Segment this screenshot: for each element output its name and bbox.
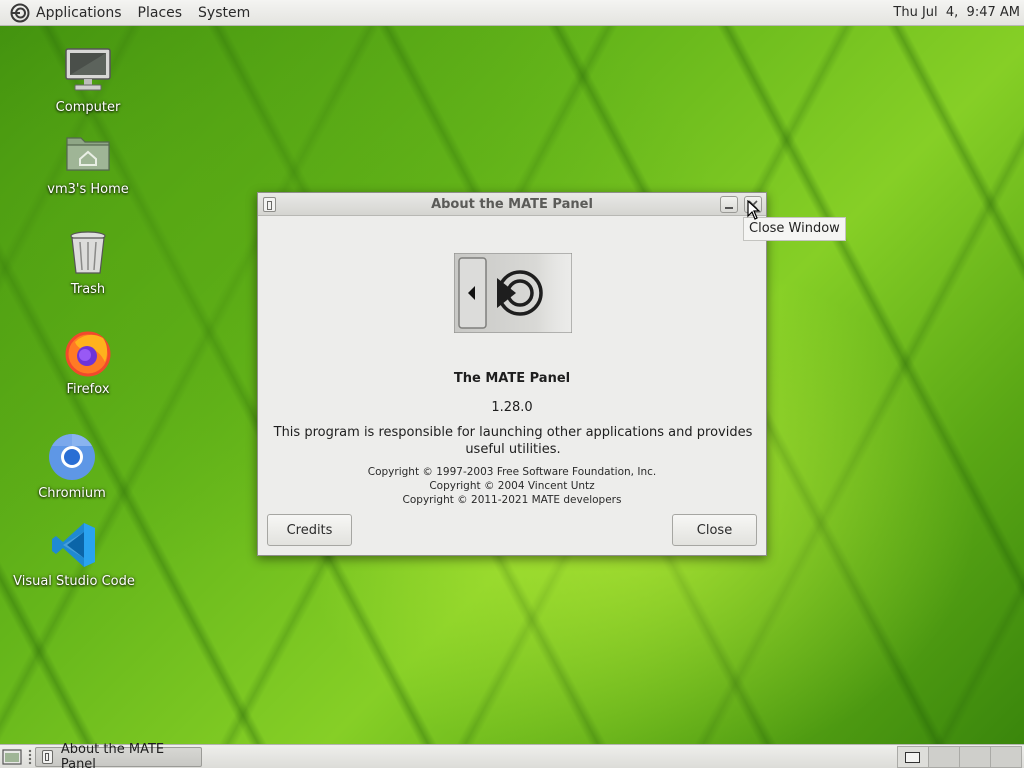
window-menu-button[interactable] (263, 197, 276, 212)
desktop-icon-label: Firefox (66, 382, 110, 397)
desktop-icon-firefox[interactable]: Firefox (18, 328, 158, 397)
firefox-icon (65, 331, 111, 377)
close-window-tooltip: Close Window (743, 217, 846, 241)
desktop-icon-chromium[interactable]: Chromium (2, 432, 142, 501)
mate-logo-icon[interactable] (10, 3, 30, 23)
dialog-title: About the MATE Panel (431, 197, 593, 212)
about-dialog: About the MATE Panel The MATE Panel 1.28… (257, 192, 767, 556)
desktop-icon-label: Computer (55, 100, 121, 115)
workspace-switcher (897, 746, 1022, 768)
workspace-window-thumbnail (905, 752, 920, 763)
system-menu[interactable]: System (190, 0, 258, 26)
top-panel: Applications Places System Thu Jul 4, 9:… (0, 0, 1024, 26)
places-menu[interactable]: Places (130, 0, 191, 26)
copyright-line: Copyright © 2011-2021 MATE developers (402, 494, 622, 506)
desktop-icon-label: Visual Studio Code (13, 574, 135, 589)
mate-panel-app-icon (454, 253, 572, 333)
desktop-icon-label: Chromium (38, 486, 106, 501)
trash-icon (70, 231, 106, 274)
vscode-icon (52, 523, 95, 567)
app-name: The MATE Panel (453, 371, 571, 386)
applications-menu[interactable]: Applications (36, 0, 130, 26)
show-desktop-icon[interactable] (2, 748, 22, 766)
desktop-icon-label: Trash (70, 282, 106, 297)
dialog-titlebar[interactable]: About the MATE Panel (258, 193, 766, 216)
computer-icon (65, 48, 111, 91)
desktop-icon-vscode[interactable]: Visual Studio Code (4, 520, 144, 589)
taskbar-button-about-mate-panel[interactable]: About the MATE Panel (35, 742, 202, 768)
desktop-icon-label: vm3's Home (47, 182, 129, 197)
workspace-2[interactable] (928, 746, 960, 768)
chromium-icon (49, 434, 95, 480)
taskbar-button-label: About the MATE Panel (60, 742, 165, 768)
home-folder-icon (66, 137, 110, 171)
copyright-line: Copyright © 1997-2003 Free Software Foun… (367, 466, 657, 478)
minimize-button[interactable] (720, 196, 738, 213)
copyright-block: Copyright © 1997-2003 Free Software Foun… (258, 465, 766, 507)
desktop-icon-trash[interactable]: Trash (18, 228, 158, 297)
copyright-line: Copyright © 2004 Vincent Untz (429, 480, 595, 492)
close-button[interactable]: Close (672, 514, 757, 546)
desktop-icon-computer[interactable]: Computer (18, 46, 158, 115)
window-icon (42, 750, 53, 764)
credits-button[interactable]: Credits (267, 514, 352, 546)
workspace-1[interactable] (897, 746, 929, 768)
bottom-panel: About the MATE Panel (0, 742, 1024, 768)
workspace-3[interactable] (959, 746, 991, 768)
desktop-icon-home[interactable]: vm3's Home (18, 128, 158, 197)
workspace-4[interactable] (990, 746, 1022, 768)
app-version: 1.28.0 (491, 400, 533, 415)
panel-grip-handle[interactable] (28, 749, 32, 765)
mouse-pointer-icon (747, 200, 761, 220)
app-description: This program is responsible for launchin… (273, 425, 753, 457)
clock[interactable]: Thu Jul 4, 9:47 AM (893, 0, 1020, 26)
